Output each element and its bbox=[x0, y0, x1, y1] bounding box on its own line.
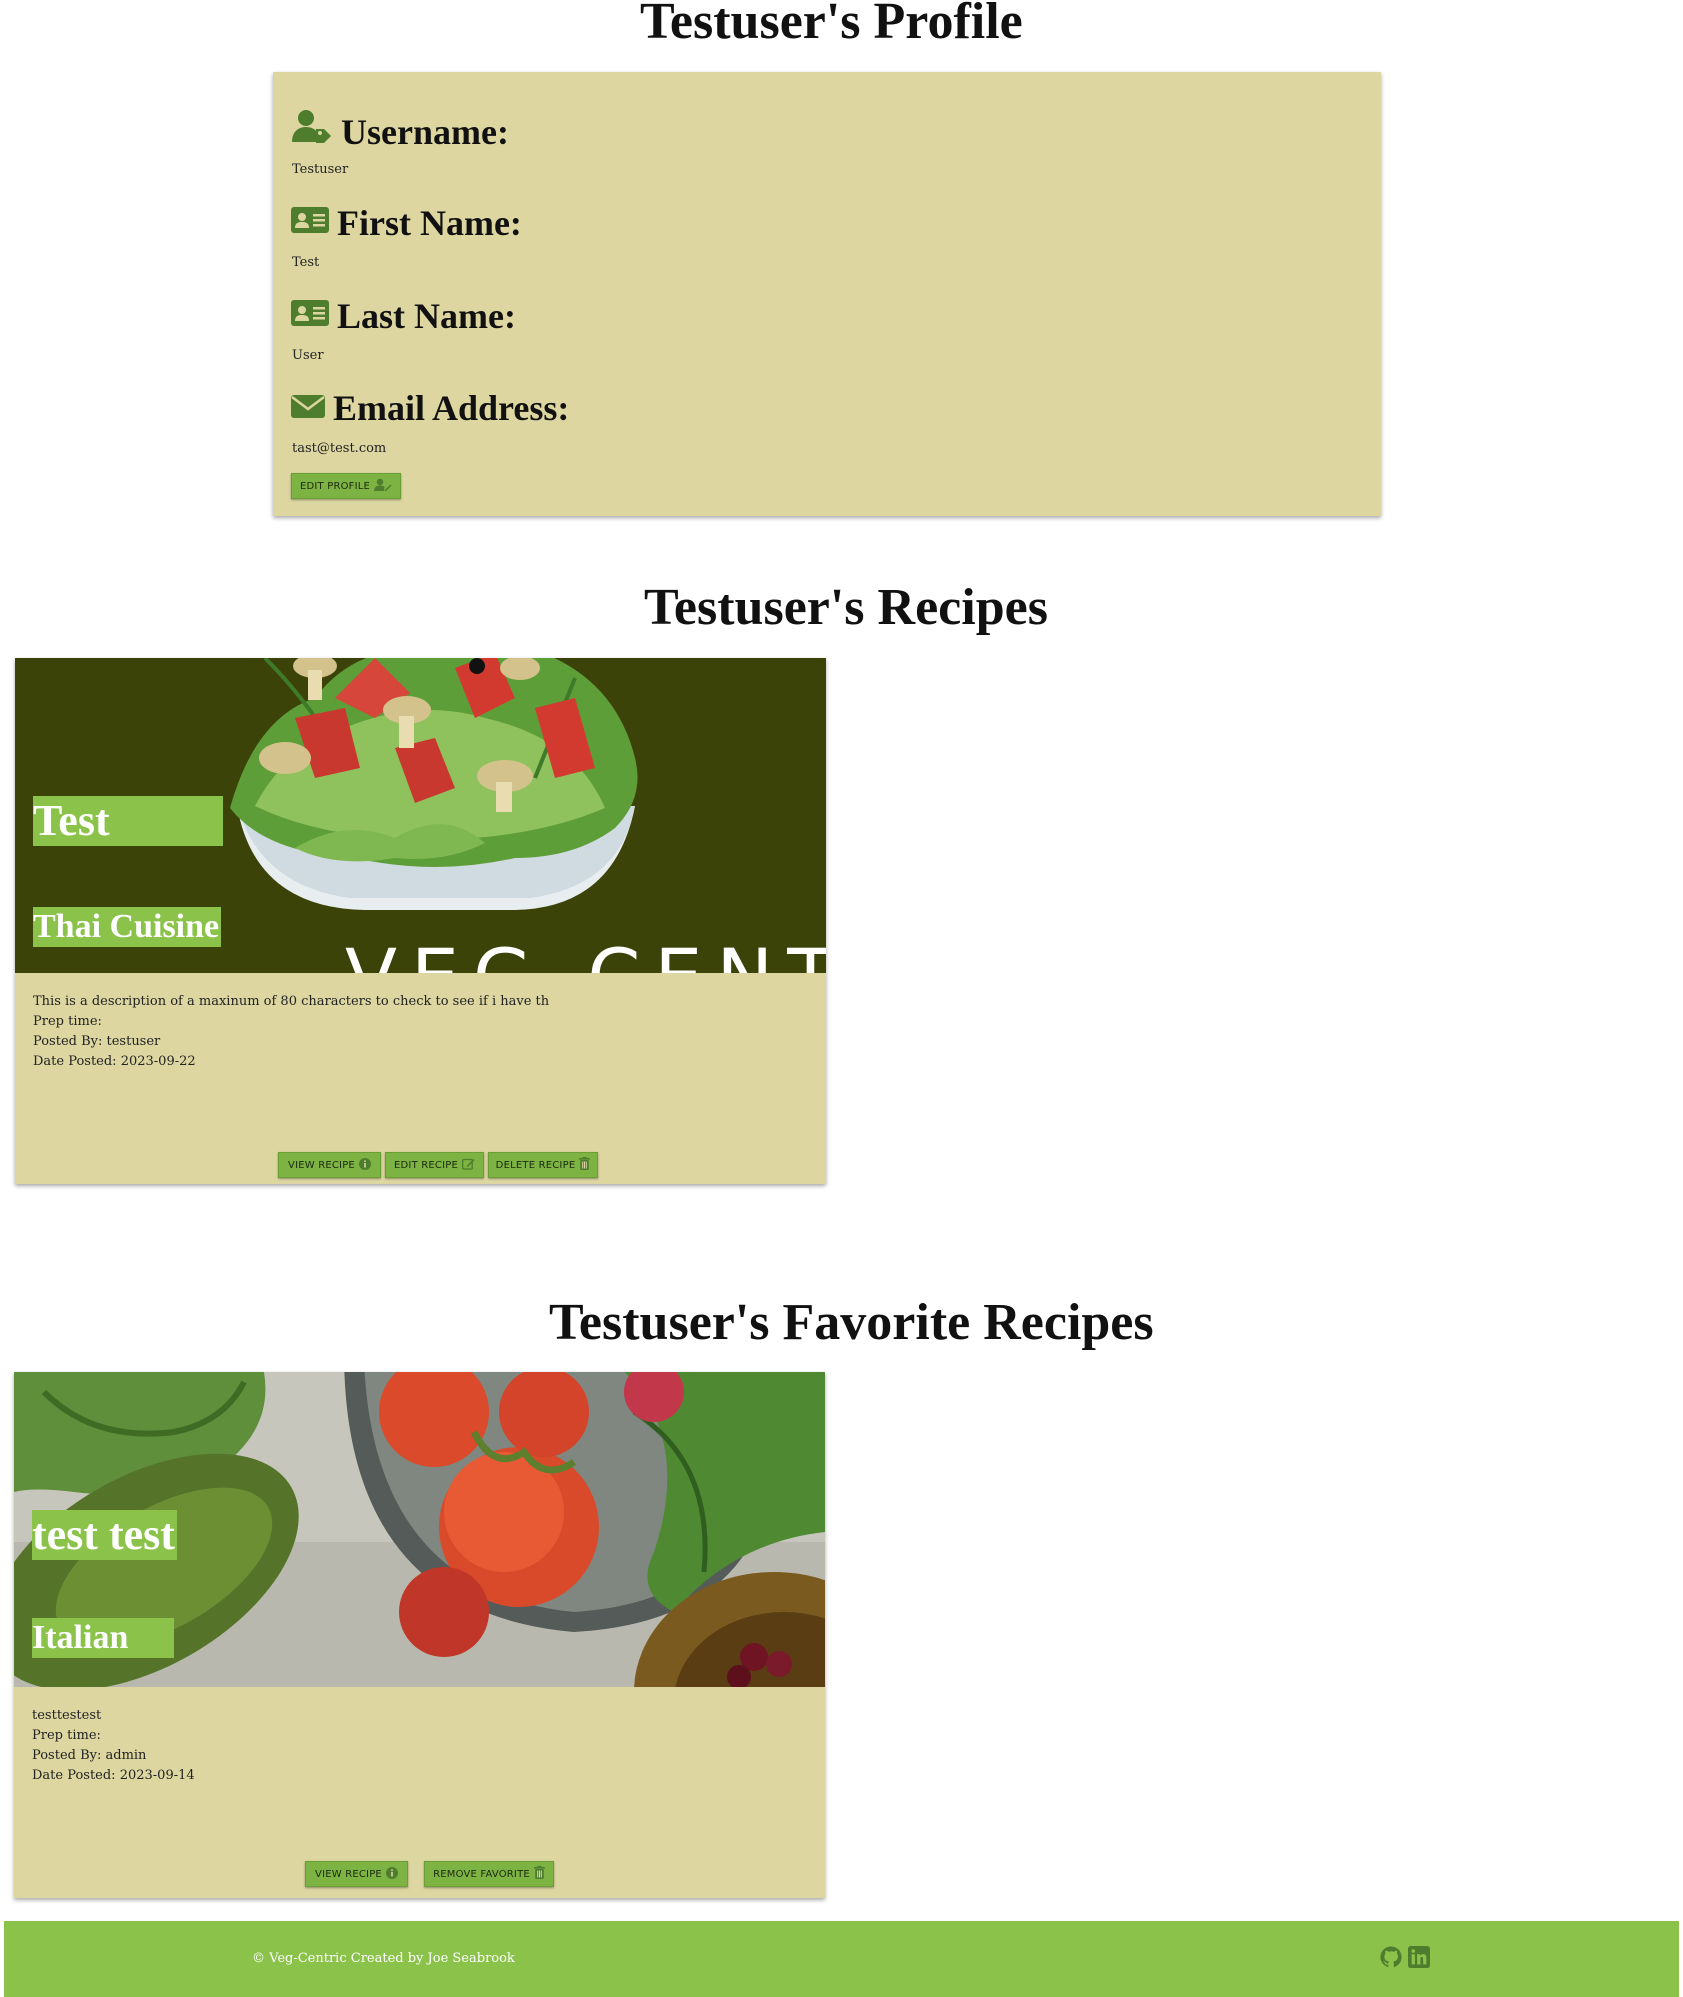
recipe-date-posted: Date Posted: 2023-09-22 bbox=[33, 1054, 196, 1069]
email-heading: Email Address: bbox=[291, 387, 569, 429]
recipe-name: Test bbox=[33, 796, 223, 846]
view-recipe-label: VIEW RECIPE bbox=[288, 1159, 355, 1171]
delete-recipe-label: DELETE RECIPE bbox=[495, 1159, 576, 1171]
profile-title: Testuser's Profile bbox=[640, 0, 1023, 50]
svg-text:VEG-CENTRIC: VEG-CENTRIC bbox=[345, 932, 826, 973]
username-heading: Username: bbox=[291, 109, 509, 154]
first-name-value: Test bbox=[292, 255, 320, 270]
delete-recipe-button[interactable]: DELETE RECIPE bbox=[488, 1152, 598, 1178]
view-favorite-recipe-button[interactable]: VIEW RECIPE bbox=[305, 1861, 408, 1887]
view-recipe-label: VIEW RECIPE bbox=[315, 1868, 382, 1880]
username-label: Username: bbox=[341, 111, 509, 152]
info-circle-icon bbox=[385, 1866, 398, 1882]
recipe-card: VEG-CENTRIC Test Thai Cuisine Thi bbox=[15, 658, 826, 1184]
username-value: Testuser bbox=[292, 162, 349, 177]
recipes-title: Testuser's Recipes bbox=[644, 579, 1048, 636]
remove-favorite-label: REMOVE FAVORITE bbox=[433, 1868, 530, 1880]
favorite-recipe-prep-time: Prep time: bbox=[32, 1728, 101, 1743]
email-label: Email Address: bbox=[333, 388, 570, 428]
view-recipe-button[interactable]: VIEW RECIPE bbox=[278, 1152, 381, 1178]
user-tag-icon bbox=[291, 109, 333, 154]
info-circle-icon bbox=[358, 1157, 371, 1173]
recipe-prep-time: Prep time: bbox=[33, 1014, 102, 1029]
id-card-icon bbox=[291, 202, 329, 244]
email-value: tast@test.com bbox=[292, 441, 387, 456]
favorite-recipe-date-posted: Date Posted: 2023-09-14 bbox=[32, 1768, 195, 1783]
id-card-icon bbox=[291, 295, 329, 337]
favorite-recipe-name: test test bbox=[32, 1510, 177, 1560]
edit-profile-button[interactable]: EDIT PROFILE bbox=[291, 473, 401, 499]
recipe-description: This is a description of a maxinum of 80… bbox=[33, 994, 550, 1009]
edit-recipe-label: EDIT RECIPE bbox=[394, 1159, 459, 1171]
last-name-heading: Last Name: bbox=[291, 295, 516, 337]
footer: © Veg-Centric Created by Joe Seabrook bbox=[4, 1921, 1679, 1997]
favorite-recipe-cuisine: Italian bbox=[32, 1618, 174, 1658]
last-name-value: User bbox=[292, 348, 324, 363]
trash-icon bbox=[533, 1866, 545, 1882]
favorite-recipe-posted-by: Posted By: admin bbox=[32, 1748, 147, 1763]
favorite-recipe-details: testtestest Prep time: Posted By: admin … bbox=[32, 1706, 195, 1786]
edit-recipe-button[interactable]: EDIT RECIPE bbox=[385, 1152, 484, 1178]
first-name-label: First Name: bbox=[337, 203, 522, 243]
recipe-cuisine: Thai Cuisine bbox=[33, 907, 222, 947]
edit-profile-label: EDIT PROFILE bbox=[299, 480, 371, 492]
first-name-heading: First Name: bbox=[291, 202, 522, 244]
recipe-details: This is a description of a maxinum of 80… bbox=[33, 992, 549, 1072]
linkedin-icon[interactable] bbox=[1408, 1946, 1430, 1972]
recipe-posted-by: Posted By: testuser bbox=[33, 1034, 161, 1049]
remove-favorite-button[interactable]: REMOVE FAVORITE bbox=[424, 1861, 554, 1887]
footer-copyright: © Veg-Centric Created by Joe Seabrook bbox=[252, 1951, 515, 1966]
pen-square-icon bbox=[462, 1157, 475, 1173]
trash-icon bbox=[579, 1157, 591, 1173]
favorite-recipe-description: testtestest bbox=[32, 1708, 102, 1723]
user-pen-icon bbox=[374, 478, 392, 495]
last-name-label: Last Name: bbox=[337, 296, 516, 336]
profile-card: Username: Testuser First Name: Test Last… bbox=[273, 72, 1381, 516]
github-icon[interactable] bbox=[1380, 1946, 1402, 1972]
envelope-icon bbox=[291, 387, 325, 429]
favorites-title: Testuser's Favorite Recipes bbox=[549, 1294, 1154, 1351]
favorite-recipe-card: test test Italian testtestest Prep time:… bbox=[14, 1372, 825, 1898]
